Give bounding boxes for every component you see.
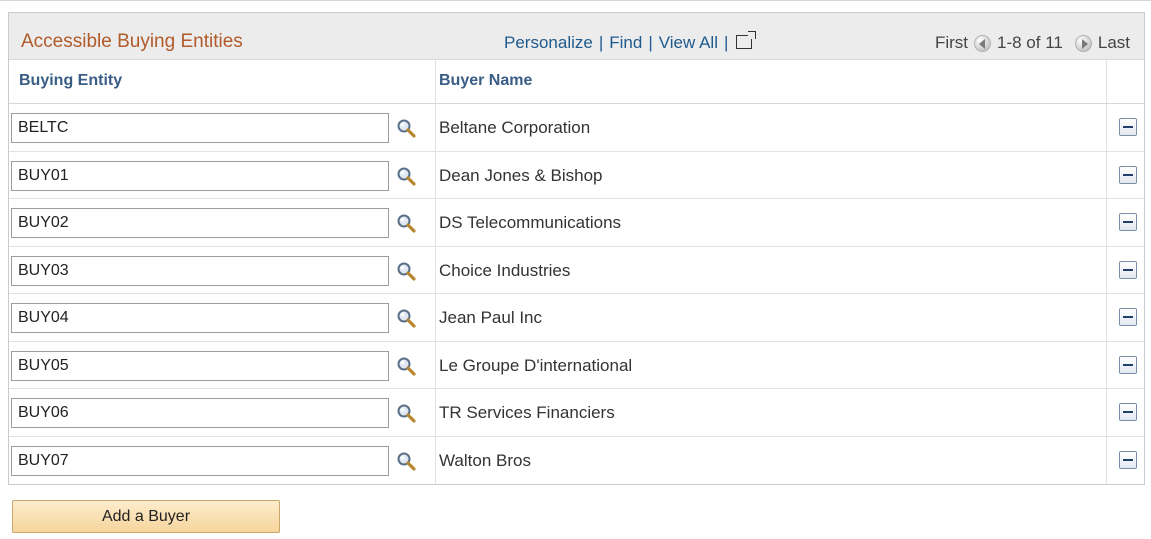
table-row: TR Services Financiers bbox=[9, 389, 1144, 437]
minus-icon[interactable] bbox=[1119, 165, 1137, 184]
table-row: Walton Bros bbox=[9, 436, 1144, 484]
left-arrow-icon[interactable] bbox=[974, 34, 992, 52]
minus-icon[interactable] bbox=[1119, 403, 1137, 421]
column-divider bbox=[1106, 104, 1107, 151]
column-divider bbox=[1106, 60, 1107, 103]
column-divider bbox=[1106, 341, 1107, 388]
magnifier-icon[interactable] bbox=[396, 118, 416, 138]
new-window-icon[interactable] bbox=[736, 31, 757, 49]
find-link[interactable]: Find bbox=[609, 33, 642, 52]
column-divider bbox=[435, 436, 436, 484]
buying-entity-input[interactable] bbox=[11, 160, 389, 191]
right-arrow-icon[interactable] bbox=[1074, 34, 1092, 52]
minus-icon[interactable] bbox=[1119, 308, 1137, 326]
nav-separator: | bbox=[598, 33, 604, 52]
column-divider bbox=[435, 389, 436, 436]
nav-separator: | bbox=[648, 33, 653, 52]
magnifier-icon[interactable] bbox=[396, 451, 416, 471]
page-range: 1-8 of 11 bbox=[997, 33, 1063, 52]
buying-entity-input[interactable] bbox=[11, 255, 389, 286]
buyer-name: Jean Paul Inc bbox=[439, 308, 543, 327]
magnifier-icon[interactable] bbox=[396, 213, 416, 233]
buying-entity-input[interactable] bbox=[11, 445, 389, 476]
column-divider bbox=[1106, 389, 1107, 436]
column-header-buying-entity[interactable]: Buying Entity bbox=[19, 72, 122, 90]
table-row: DS Telecommunications bbox=[9, 199, 1144, 247]
table-row: Dean Jones & Bishop bbox=[9, 151, 1144, 199]
first-page-link[interactable]: First bbox=[935, 33, 968, 53]
grid-nav-links: Personalize | Find | View All | bbox=[504, 31, 757, 53]
column-divider bbox=[435, 60, 436, 103]
column-divider bbox=[1106, 294, 1107, 341]
buying-entity-input[interactable] bbox=[11, 113, 389, 143]
column-divider bbox=[1106, 199, 1107, 246]
magnifier-icon[interactable] bbox=[396, 403, 416, 423]
minus-icon[interactable] bbox=[1119, 450, 1137, 469]
view-all-link[interactable]: View All bbox=[659, 33, 718, 52]
magnifier-icon[interactable] bbox=[396, 308, 416, 328]
buying-entity-input[interactable] bbox=[11, 303, 389, 333]
column-divider bbox=[435, 151, 436, 198]
buying-entities-grid: Accessible Buying Entities Personalize | F… bbox=[8, 12, 1145, 485]
minus-icon[interactable] bbox=[1119, 355, 1137, 374]
minus-icon[interactable] bbox=[1119, 213, 1137, 231]
buyer-name: Dean Jones & Bishop bbox=[439, 165, 603, 185]
column-divider bbox=[435, 199, 436, 246]
grid-rows: Beltane Corporation Dean Jones & Bishop DS… bbox=[9, 104, 1144, 484]
grid-title: Accessible Buying Entities bbox=[21, 31, 243, 52]
buyer-name: Walton Bros bbox=[439, 450, 531, 470]
minus-icon[interactable] bbox=[1119, 260, 1137, 279]
buying-entity-input[interactable] bbox=[11, 398, 389, 428]
buyer-name: TR Services Financiers bbox=[439, 403, 615, 422]
column-divider bbox=[435, 294, 436, 341]
table-row: Jean Paul Inc bbox=[9, 294, 1144, 342]
nav-separator: | bbox=[723, 33, 729, 52]
buying-entity-input[interactable] bbox=[11, 208, 389, 238]
buyer-name: Le Groupe D'international bbox=[439, 355, 633, 375]
top-divider bbox=[0, 0, 1151, 1]
minus-icon[interactable] bbox=[1119, 118, 1137, 136]
table-row: Beltane Corporation bbox=[9, 104, 1144, 152]
pager: First 1-8 of 11 Last bbox=[935, 33, 1130, 53]
column-divider bbox=[435, 341, 436, 388]
column-divider bbox=[1106, 151, 1107, 198]
magnifier-icon[interactable] bbox=[396, 356, 416, 376]
buying-entity-input[interactable] bbox=[11, 350, 389, 381]
add-buyer-button[interactable]: Add a Buyer bbox=[12, 500, 280, 533]
column-divider bbox=[435, 246, 436, 293]
last-page-link[interactable]: Last bbox=[1098, 33, 1130, 53]
buyer-name: Beltane Corporation bbox=[439, 118, 591, 137]
table-row: Le Groupe D'international bbox=[9, 341, 1144, 389]
column-divider bbox=[1106, 436, 1107, 484]
grid-header-bar: Accessible Buying Entities Personalize | F… bbox=[9, 12, 1144, 60]
column-divider bbox=[435, 104, 436, 151]
column-headers: Buying Entity Buyer Name bbox=[9, 60, 1144, 104]
personalize-link[interactable]: Personalize bbox=[504, 33, 593, 52]
magnifier-icon[interactable] bbox=[396, 261, 416, 281]
table-row: Choice Industries bbox=[9, 246, 1144, 294]
column-divider bbox=[1106, 246, 1107, 293]
buyer-name: DS Telecommunications bbox=[439, 213, 622, 232]
buyer-name: Choice Industries bbox=[439, 260, 571, 280]
magnifier-icon[interactable] bbox=[396, 166, 416, 186]
column-header-buyer-name[interactable]: Buyer Name bbox=[439, 72, 532, 90]
